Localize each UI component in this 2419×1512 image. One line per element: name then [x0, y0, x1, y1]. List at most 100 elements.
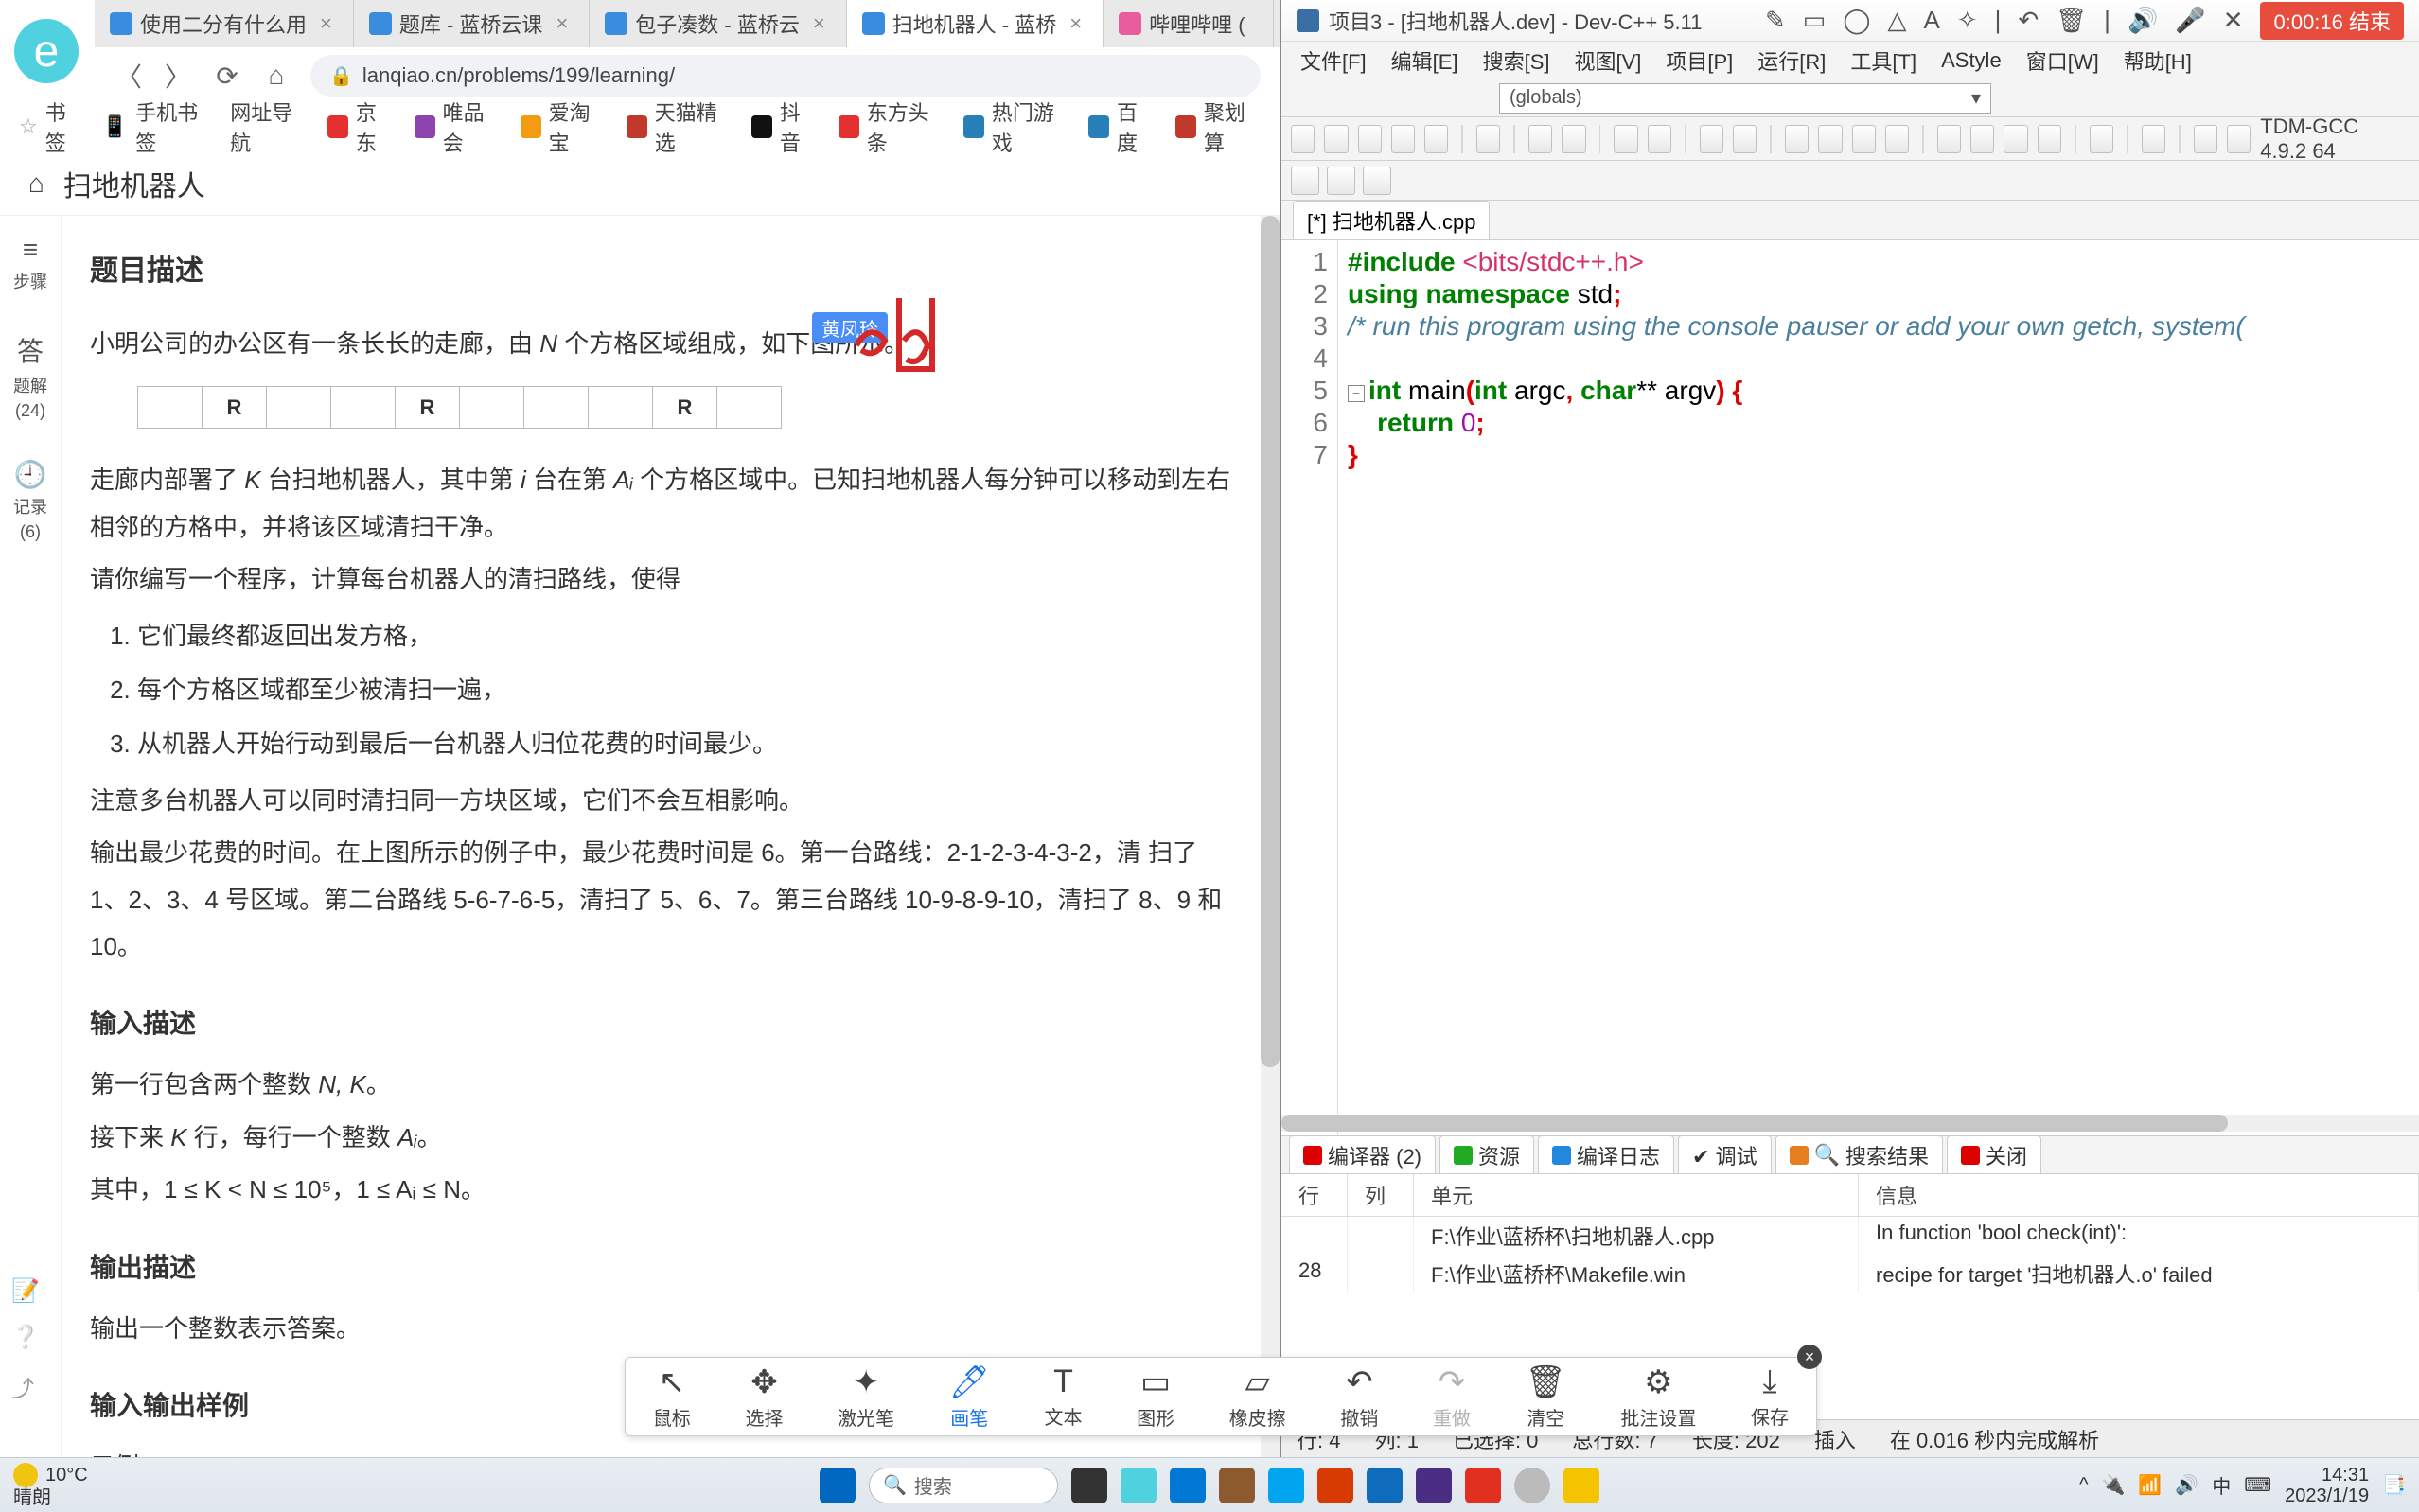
saveall-icon[interactable]: [1391, 125, 1415, 153]
tray-chevron-icon[interactable]: ^: [2079, 1474, 2088, 1496]
annot-clear[interactable]: 🗑清空: [1526, 1363, 1566, 1431]
edge-icon[interactable]: [1170, 1468, 1206, 1503]
compile-icon[interactable]: [1700, 125, 1723, 153]
speaker-icon[interactable]: 🔊: [2128, 6, 2158, 35]
compile-run-icon[interactable]: [1937, 125, 1961, 153]
annot-close-icon[interactable]: ×: [1797, 1345, 1822, 1369]
code-area[interactable]: #include <bits/stdc++.h> using namespace…: [1338, 240, 2419, 1135]
redo-icon[interactable]: [1562, 125, 1585, 153]
annot-pen[interactable]: 🖊画笔: [949, 1363, 990, 1431]
output-tab-resources[interactable]: 资源: [1439, 1135, 1534, 1175]
tray-kbd-icon[interactable]: ⌨: [2244, 1473, 2271, 1497]
triangle-icon[interactable]: △: [1887, 6, 1906, 35]
tray-ime-icon[interactable]: 中: [2212, 1471, 2231, 1499]
bookmark-item[interactable]: 📱手机书签: [102, 97, 209, 157]
bookmark-item[interactable]: 网址导航: [230, 97, 307, 157]
share-icon[interactable]: ⤴: [11, 1370, 40, 1403]
bookmark-item[interactable]: 天猫精选: [627, 97, 731, 157]
check-icon[interactable]: [2090, 125, 2113, 153]
run-icon[interactable]: [1733, 125, 1757, 153]
tab-close-icon[interactable]: ×: [807, 11, 831, 36]
taskbar-search[interactable]: 🔍 搜索: [869, 1468, 1058, 1503]
annot-eraser[interactable]: ▱橡皮擦: [1229, 1363, 1286, 1431]
new-icon[interactable]: [1291, 125, 1315, 153]
tray-notification-icon[interactable]: 📑: [2382, 1473, 2406, 1497]
bookmark-item[interactable]: 百度: [1088, 97, 1155, 157]
gear-icon[interactable]: [2227, 125, 2251, 153]
bookmark-icon[interactable]: [1852, 125, 1876, 153]
output-tab-compiler[interactable]: 编译器 (2): [1289, 1135, 1436, 1175]
print-icon[interactable]: [1476, 125, 1500, 153]
scrollbar-track[interactable]: [1261, 216, 1280, 1457]
menu-project[interactable]: 项目[P]: [1654, 45, 1744, 76]
menu-astyle[interactable]: AStyle: [1930, 48, 2013, 73]
note-icon[interactable]: 📝: [11, 1277, 40, 1305]
annot-save[interactable]: ⤓保存: [1751, 1363, 1789, 1430]
cross-icon[interactable]: [2142, 125, 2165, 153]
goto-icon[interactable]: [1885, 125, 1909, 153]
menu-run[interactable]: 运行[R]: [1746, 45, 1837, 76]
browser-logo-icon[interactable]: e: [14, 19, 79, 83]
breadcrumb-home-icon[interactable]: ⌂: [28, 168, 44, 199]
hscroll-thumb[interactable]: [1281, 1115, 2228, 1132]
clock[interactable]: 14:31 2023/1/19: [2285, 1465, 2369, 1506]
annot-undo[interactable]: ↶撤销: [1340, 1363, 1378, 1431]
output-tab-compilelog[interactable]: 编译日志: [1538, 1135, 1674, 1175]
rebuild-icon[interactable]: [1970, 125, 1994, 153]
output-tab-debug[interactable]: ✔ 调试: [1678, 1135, 1772, 1175]
start-button[interactable]: [820, 1468, 856, 1503]
reload-button[interactable]: ⟳: [212, 61, 242, 91]
menu-window[interactable]: 窗口[W]: [2015, 45, 2110, 76]
word-icon[interactable]: [1367, 1468, 1403, 1503]
browser-tab-4[interactable]: 哔哩哔哩 (: [1104, 0, 1274, 47]
find-icon[interactable]: [1614, 125, 1637, 153]
profile-icon[interactable]: [2038, 125, 2061, 153]
home-button[interactable]: ⌂: [261, 61, 291, 91]
circle-icon[interactable]: ◯: [1843, 6, 1870, 35]
taskview-icon[interactable]: [1071, 1468, 1107, 1503]
end-recording-button[interactable]: 0:00:16 结束: [2260, 2, 2404, 40]
undo-icon[interactable]: ↶: [2018, 6, 2039, 35]
store-icon[interactable]: [1268, 1468, 1304, 1503]
mic-icon[interactable]: 🎤: [2175, 6, 2205, 35]
output-tab-search[interactable]: 🔍搜索结果: [1775, 1135, 1943, 1175]
forward-arrow-icon[interactable]: [1818, 125, 1842, 153]
help-icon[interactable]: ❔: [11, 1324, 40, 1351]
trash-icon[interactable]: 🗑: [2056, 6, 2087, 35]
chart-icon[interactable]: [2194, 125, 2217, 153]
annotation-toolbar[interactable]: × ↖鼠标 ✥选择 ✦激光笔 🖊画笔 T文本 ▭图形 ▱橡皮擦 ↶撤销 ↷重做 …: [625, 1357, 1817, 1436]
file-tab[interactable]: [*] 扫地机器人.cpp: [1293, 201, 1490, 239]
shield-icon[interactable]: [1563, 1468, 1599, 1503]
tray-power-icon[interactable]: 🔌: [2102, 1473, 2126, 1497]
app-icon[interactable]: [1121, 1468, 1157, 1503]
close-icon[interactable]: [1424, 125, 1448, 153]
output-row[interactable]: 28 F:\作业\蓝桥杯\Makefile.win recipe for tar…: [1281, 1255, 2419, 1292]
menu-view[interactable]: 视图[V]: [1563, 45, 1652, 76]
code-editor[interactable]: 1 2 3 4 5 6 7 #include <bits/stdc++.h> u…: [1281, 240, 2419, 1135]
browser-tab-3[interactable]: 扫地机器人 - 蓝桥 ×: [847, 0, 1104, 47]
close-icon[interactable]: ✕: [2223, 6, 2244, 35]
back-button[interactable]: 〈: [114, 61, 144, 91]
annot-redo[interactable]: ↷重做: [1433, 1363, 1471, 1431]
undo-icon[interactable]: [1528, 125, 1552, 153]
url-bar[interactable]: 🔒 lanqiao.cn/problems/199/learning/: [310, 55, 1261, 97]
tab-close-icon[interactable]: ×: [550, 11, 574, 36]
editor-hscrollbar[interactable]: [1281, 1115, 2419, 1132]
tray-wifi-icon[interactable]: 📶: [2138, 1473, 2162, 1497]
avatar-icon[interactable]: [1514, 1468, 1550, 1503]
open-icon[interactable]: [1324, 125, 1348, 153]
menu-file[interactable]: 文件[F]: [1289, 45, 1378, 76]
bookmark-item[interactable]: 热门游戏: [963, 97, 1068, 157]
text-icon[interactable]: A: [1923, 6, 1939, 35]
weather-widget[interactable]: 10°C 晴朗: [13, 1463, 88, 1508]
tray-volume-icon[interactable]: 🔊: [2175, 1473, 2198, 1497]
scope-combo[interactable]: (globals)▾: [1499, 83, 1991, 114]
app-icon[interactable]: [1465, 1468, 1501, 1503]
menu-help[interactable]: 帮助[H]: [2112, 45, 2203, 76]
annot-laser[interactable]: ✦激光笔: [838, 1363, 894, 1431]
scrollbar-thumb[interactable]: [1261, 216, 1280, 1067]
menu-edit[interactable]: 编辑[E]: [1380, 45, 1470, 76]
app-icon[interactable]: [1416, 1468, 1452, 1503]
annot-shape[interactable]: ▭图形: [1137, 1363, 1174, 1431]
bookmark-item[interactable]: 东方头条: [839, 97, 943, 157]
